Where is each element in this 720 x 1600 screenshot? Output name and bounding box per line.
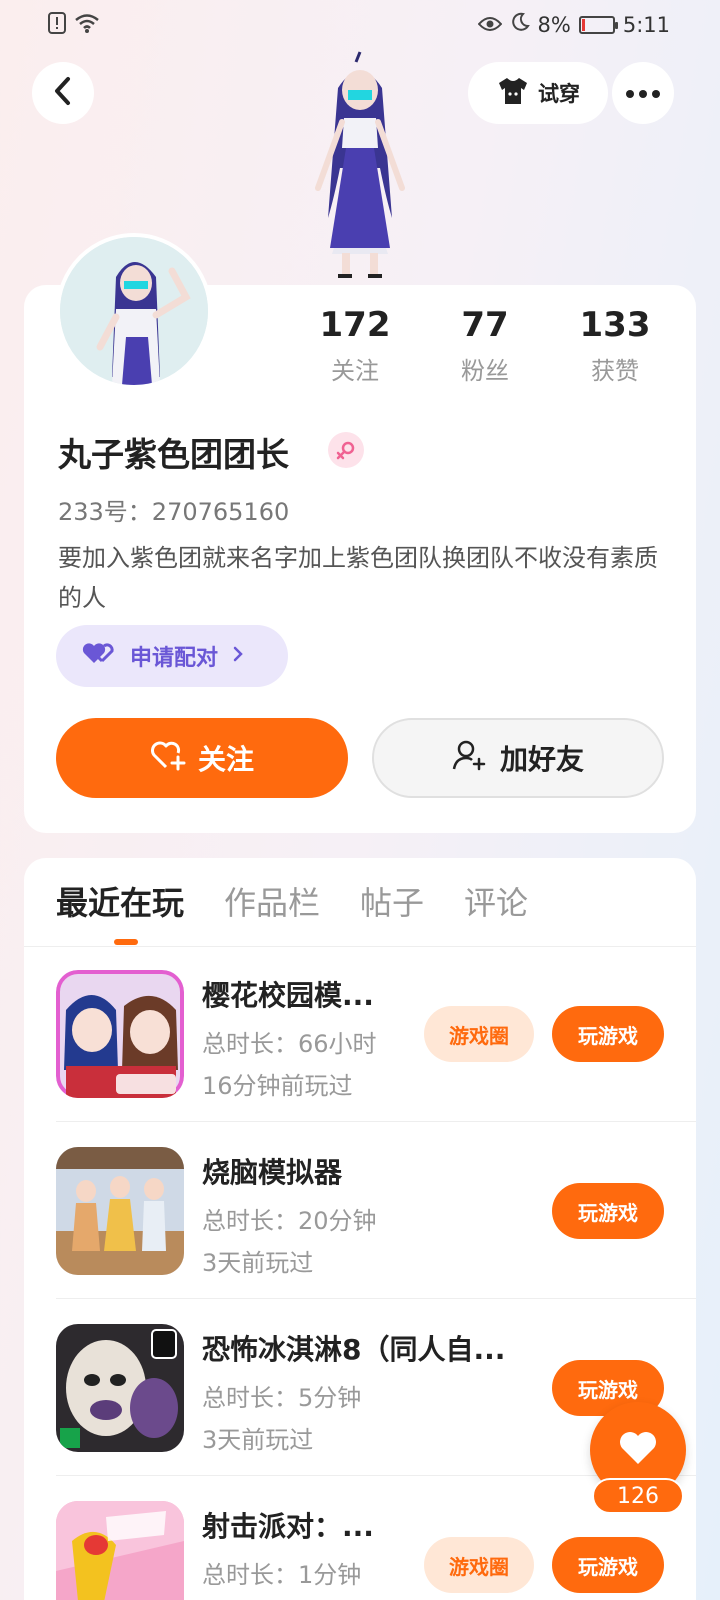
play-game-button[interactable]: 玩游戏 [552,1006,664,1062]
try-on-button[interactable]: 试穿 [468,62,608,124]
play-game-button[interactable]: 玩游戏 [552,1183,664,1239]
battery-icon [578,15,618,34]
profile-stats: 172 关注 77 粉丝 133 获赞 [290,305,680,386]
stat-value: 77 [461,305,509,345]
game-circle-button[interactable]: 游戏圈 [424,1006,534,1062]
tab-recently-played[interactable]: 最近在玩 [56,878,184,924]
nickname: 丸子紫色团团长 [58,435,289,474]
gender-female-icon [328,432,364,468]
request-pair-button[interactable]: 申请配对 [56,625,288,687]
divider [56,1121,696,1122]
try-on-label: 试穿 [538,82,580,106]
game-row[interactable]: 樱花校园模... 总时长：66小时 16分钟前玩过 游戏圈 玩游戏 [24,946,696,1122]
chevron-right-icon [232,644,244,669]
alert-icon [48,12,66,38]
game-icon[interactable] [56,1501,184,1600]
game-title: 樱花校园模... [202,979,374,1012]
tshirt-icon [496,76,530,111]
game-icon[interactable] [56,970,184,1098]
game-title: 射击派对：... [202,1510,374,1543]
stat-label: 粉丝 [461,357,509,385]
more-dots-icon [625,84,661,103]
tab-comments[interactable]: 评论 [464,878,528,924]
play-game-button[interactable]: 玩游戏 [552,1537,664,1593]
battery-percent: 8% [537,12,571,37]
tab-indicator [114,939,138,945]
stat-fans[interactable]: 77 粉丝 [420,305,550,386]
clock: 5:11 [622,12,670,37]
status-bar: 8% 5:11 [0,0,720,52]
game-row[interactable]: 烧脑模拟器 总时长：20分钟 3天前玩过 玩游戏 [24,1123,696,1299]
game-duration: 总时长：66小时 [202,1030,377,1058]
game-duration: 总时长：20分钟 [202,1207,377,1235]
game-icon[interactable] [56,1324,184,1452]
add-friend-button[interactable]: 加好友 [372,718,664,798]
game-title: 烧脑模拟器 [202,1156,343,1189]
moon-icon [510,12,530,37]
more-button[interactable] [612,62,674,124]
back-button[interactable] [32,62,94,124]
eye-icon [477,13,502,37]
game-last-played: 3天前玩过 [202,1249,314,1277]
follow-button[interactable]: 关注 [56,718,348,798]
stat-label: 关注 [331,357,379,385]
double-heart-icon [82,641,116,671]
stat-value: 172 [319,305,391,345]
tab-bar: 最近在玩 作品栏 帖子 评论 [56,878,528,924]
divider [56,1298,696,1299]
wifi-icon [74,12,100,38]
request-pair-label: 申请配对 [130,646,219,671]
stat-label: 获赞 [591,357,639,385]
game-last-played: 16分钟前玩过 [202,1072,353,1100]
add-friend-label: 加好友 [499,743,584,776]
chevron-left-icon [52,76,74,110]
tab-posts[interactable]: 帖子 [360,878,424,924]
game-last-played: 3天前玩过 [202,1426,314,1454]
stat-following[interactable]: 172 关注 [290,305,420,386]
like-count: 126 [592,1478,684,1514]
heart-plus-icon [150,739,186,778]
follow-label: 关注 [197,743,254,776]
add-user-icon [452,739,486,778]
game-circle-button[interactable]: 游戏圈 [424,1537,534,1593]
game-title: 恐怖冰淇淋8（同人自... [202,1333,506,1366]
stat-value: 133 [579,305,651,345]
character-figure[interactable] [290,48,430,283]
user-id: 233号：270765160 [58,498,290,526]
game-duration: 总时长：1分钟 [202,1561,362,1589]
game-duration: 总时长：5分钟 [202,1384,362,1412]
avatar[interactable] [56,233,212,389]
stat-likes[interactable]: 133 获赞 [550,305,680,386]
game-icon[interactable] [56,1147,184,1275]
bio: 要加入紫色团就来名字加上紫色团队换团队不收没有素质的人 [58,544,658,612]
heart-icon [618,1430,658,1470]
tab-works[interactable]: 作品栏 [224,878,320,924]
